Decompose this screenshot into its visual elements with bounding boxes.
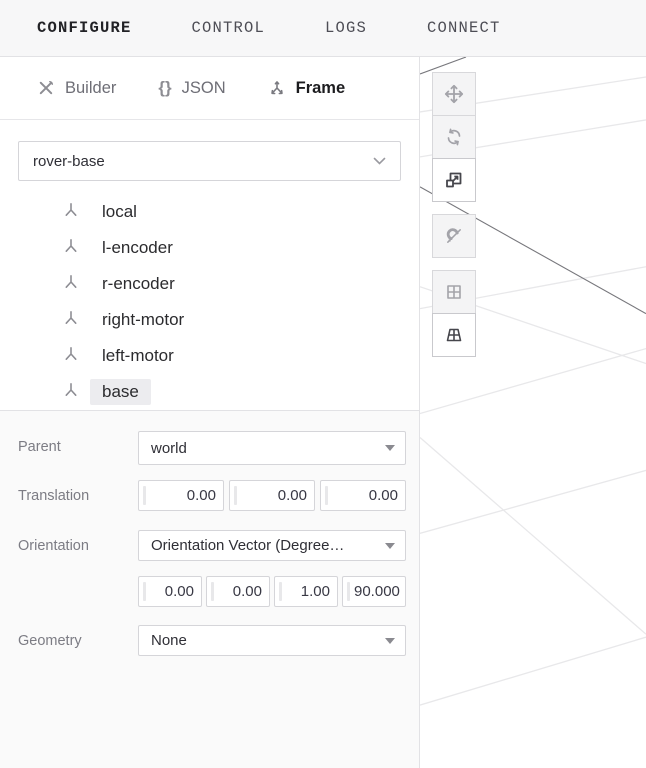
frame-axis-icon xyxy=(62,309,80,332)
tree-item-label: local xyxy=(90,199,149,225)
orientation-label: Orientation xyxy=(0,530,138,561)
frame-axis-icon xyxy=(62,381,80,404)
tree-item-label: base xyxy=(90,379,151,405)
snap-disabled-icon xyxy=(444,226,464,246)
geometry-select[interactable]: None xyxy=(138,625,406,656)
frame-axis-icon xyxy=(62,345,80,368)
rotate-tool-button[interactable] xyxy=(432,115,476,159)
caret-down-icon xyxy=(385,445,395,451)
geometry-select-value: None xyxy=(151,632,377,649)
grid-perspective-view-button[interactable] xyxy=(432,313,476,357)
frame-config-panel: Builder {} JSON Frame xyxy=(0,57,420,768)
orientation-z-field xyxy=(274,576,338,607)
frame-axis-icon xyxy=(268,79,286,97)
translation-label: Translation xyxy=(0,480,138,511)
tab-frame-label: Frame xyxy=(296,79,346,98)
tab-builder[interactable]: Builder xyxy=(37,79,116,98)
chevron-down-icon xyxy=(373,157,386,165)
nav-tab-configure[interactable]: CONFIGURE xyxy=(37,19,132,37)
orientation-type-select[interactable]: Orientation Vector (Degree… xyxy=(138,530,406,561)
snap-toggle-button[interactable] xyxy=(432,214,476,258)
tree-item-right-motor[interactable]: right-motor xyxy=(18,302,401,338)
component-select[interactable]: rover-base xyxy=(18,141,401,181)
move-icon xyxy=(444,84,464,104)
tab-json[interactable]: {} JSON xyxy=(158,78,225,98)
orientation-y-input[interactable] xyxy=(207,577,269,606)
orientation-theta-field xyxy=(342,576,406,607)
orientation-type-value: Orientation Vector (Degree… xyxy=(151,537,377,554)
grid-top-view-button[interactable] xyxy=(432,270,476,314)
frame-form: Parent world Translation xyxy=(0,410,419,768)
translation-y-field xyxy=(229,480,315,511)
grid-flat-icon xyxy=(444,282,464,302)
translation-x-field xyxy=(138,480,224,511)
translation-y-input[interactable] xyxy=(230,481,314,510)
tree-item-label: left-motor xyxy=(90,343,186,369)
geometry-label: Geometry xyxy=(0,625,138,656)
rotate-icon xyxy=(444,127,464,147)
app-root: CONFIGURE CONTROL LOGS CONNECT Builder xyxy=(0,0,646,768)
component-select-value: rover-base xyxy=(33,153,373,170)
tree-item-label: right-motor xyxy=(90,307,196,333)
nav-tab-connect[interactable]: CONNECT xyxy=(427,19,501,37)
json-braces-icon: {} xyxy=(158,78,171,98)
frame-tree: local l-encoder r-encoder right-motor xyxy=(18,194,401,410)
tab-frame[interactable]: Frame xyxy=(268,79,346,98)
orientation-y-field xyxy=(206,576,270,607)
tree-item-l-encoder[interactable]: l-encoder xyxy=(18,230,401,266)
caret-down-icon xyxy=(385,543,395,549)
parent-select[interactable]: world xyxy=(138,431,406,465)
subtab-bar: Builder {} JSON Frame xyxy=(0,57,419,120)
viewport-3d[interactable] xyxy=(420,57,646,768)
nav-tab-logs[interactable]: LOGS xyxy=(325,19,367,37)
parent-label: Parent xyxy=(0,431,138,465)
tree-item-base[interactable]: base xyxy=(18,374,401,410)
caret-down-icon xyxy=(385,638,395,644)
translation-z-field xyxy=(320,480,406,511)
frame-axis-icon xyxy=(62,273,80,296)
builder-tools-icon xyxy=(37,79,55,97)
translation-z-input[interactable] xyxy=(321,481,405,510)
move-tool-button[interactable] xyxy=(432,72,476,116)
viewport-toolbar xyxy=(432,72,476,357)
tree-item-label: r-encoder xyxy=(90,271,187,297)
orientation-z-input[interactable] xyxy=(275,577,337,606)
tree-item-left-motor[interactable]: left-motor xyxy=(18,338,401,374)
tab-json-label: JSON xyxy=(182,79,226,98)
nav-tab-control[interactable]: CONTROL xyxy=(192,19,266,37)
frame-axis-icon xyxy=(62,237,80,260)
grid-perspective-icon xyxy=(444,325,464,345)
scale-tool-button[interactable] xyxy=(432,158,476,202)
scale-icon xyxy=(444,170,464,190)
parent-select-value: world xyxy=(151,440,377,457)
top-nav: CONFIGURE CONTROL LOGS CONNECT xyxy=(0,0,646,57)
orientation-theta-input[interactable] xyxy=(343,577,405,606)
translation-x-input[interactable] xyxy=(139,481,223,510)
component-section: rover-base local l-encoder r-encoder xyxy=(0,120,419,410)
tree-item-label: l-encoder xyxy=(90,235,185,261)
orientation-x-input[interactable] xyxy=(139,577,201,606)
tab-builder-label: Builder xyxy=(65,79,116,98)
tree-item-local[interactable]: local xyxy=(18,194,401,230)
tree-item-r-encoder[interactable]: r-encoder xyxy=(18,266,401,302)
orientation-x-field xyxy=(138,576,202,607)
frame-axis-icon xyxy=(62,201,80,224)
